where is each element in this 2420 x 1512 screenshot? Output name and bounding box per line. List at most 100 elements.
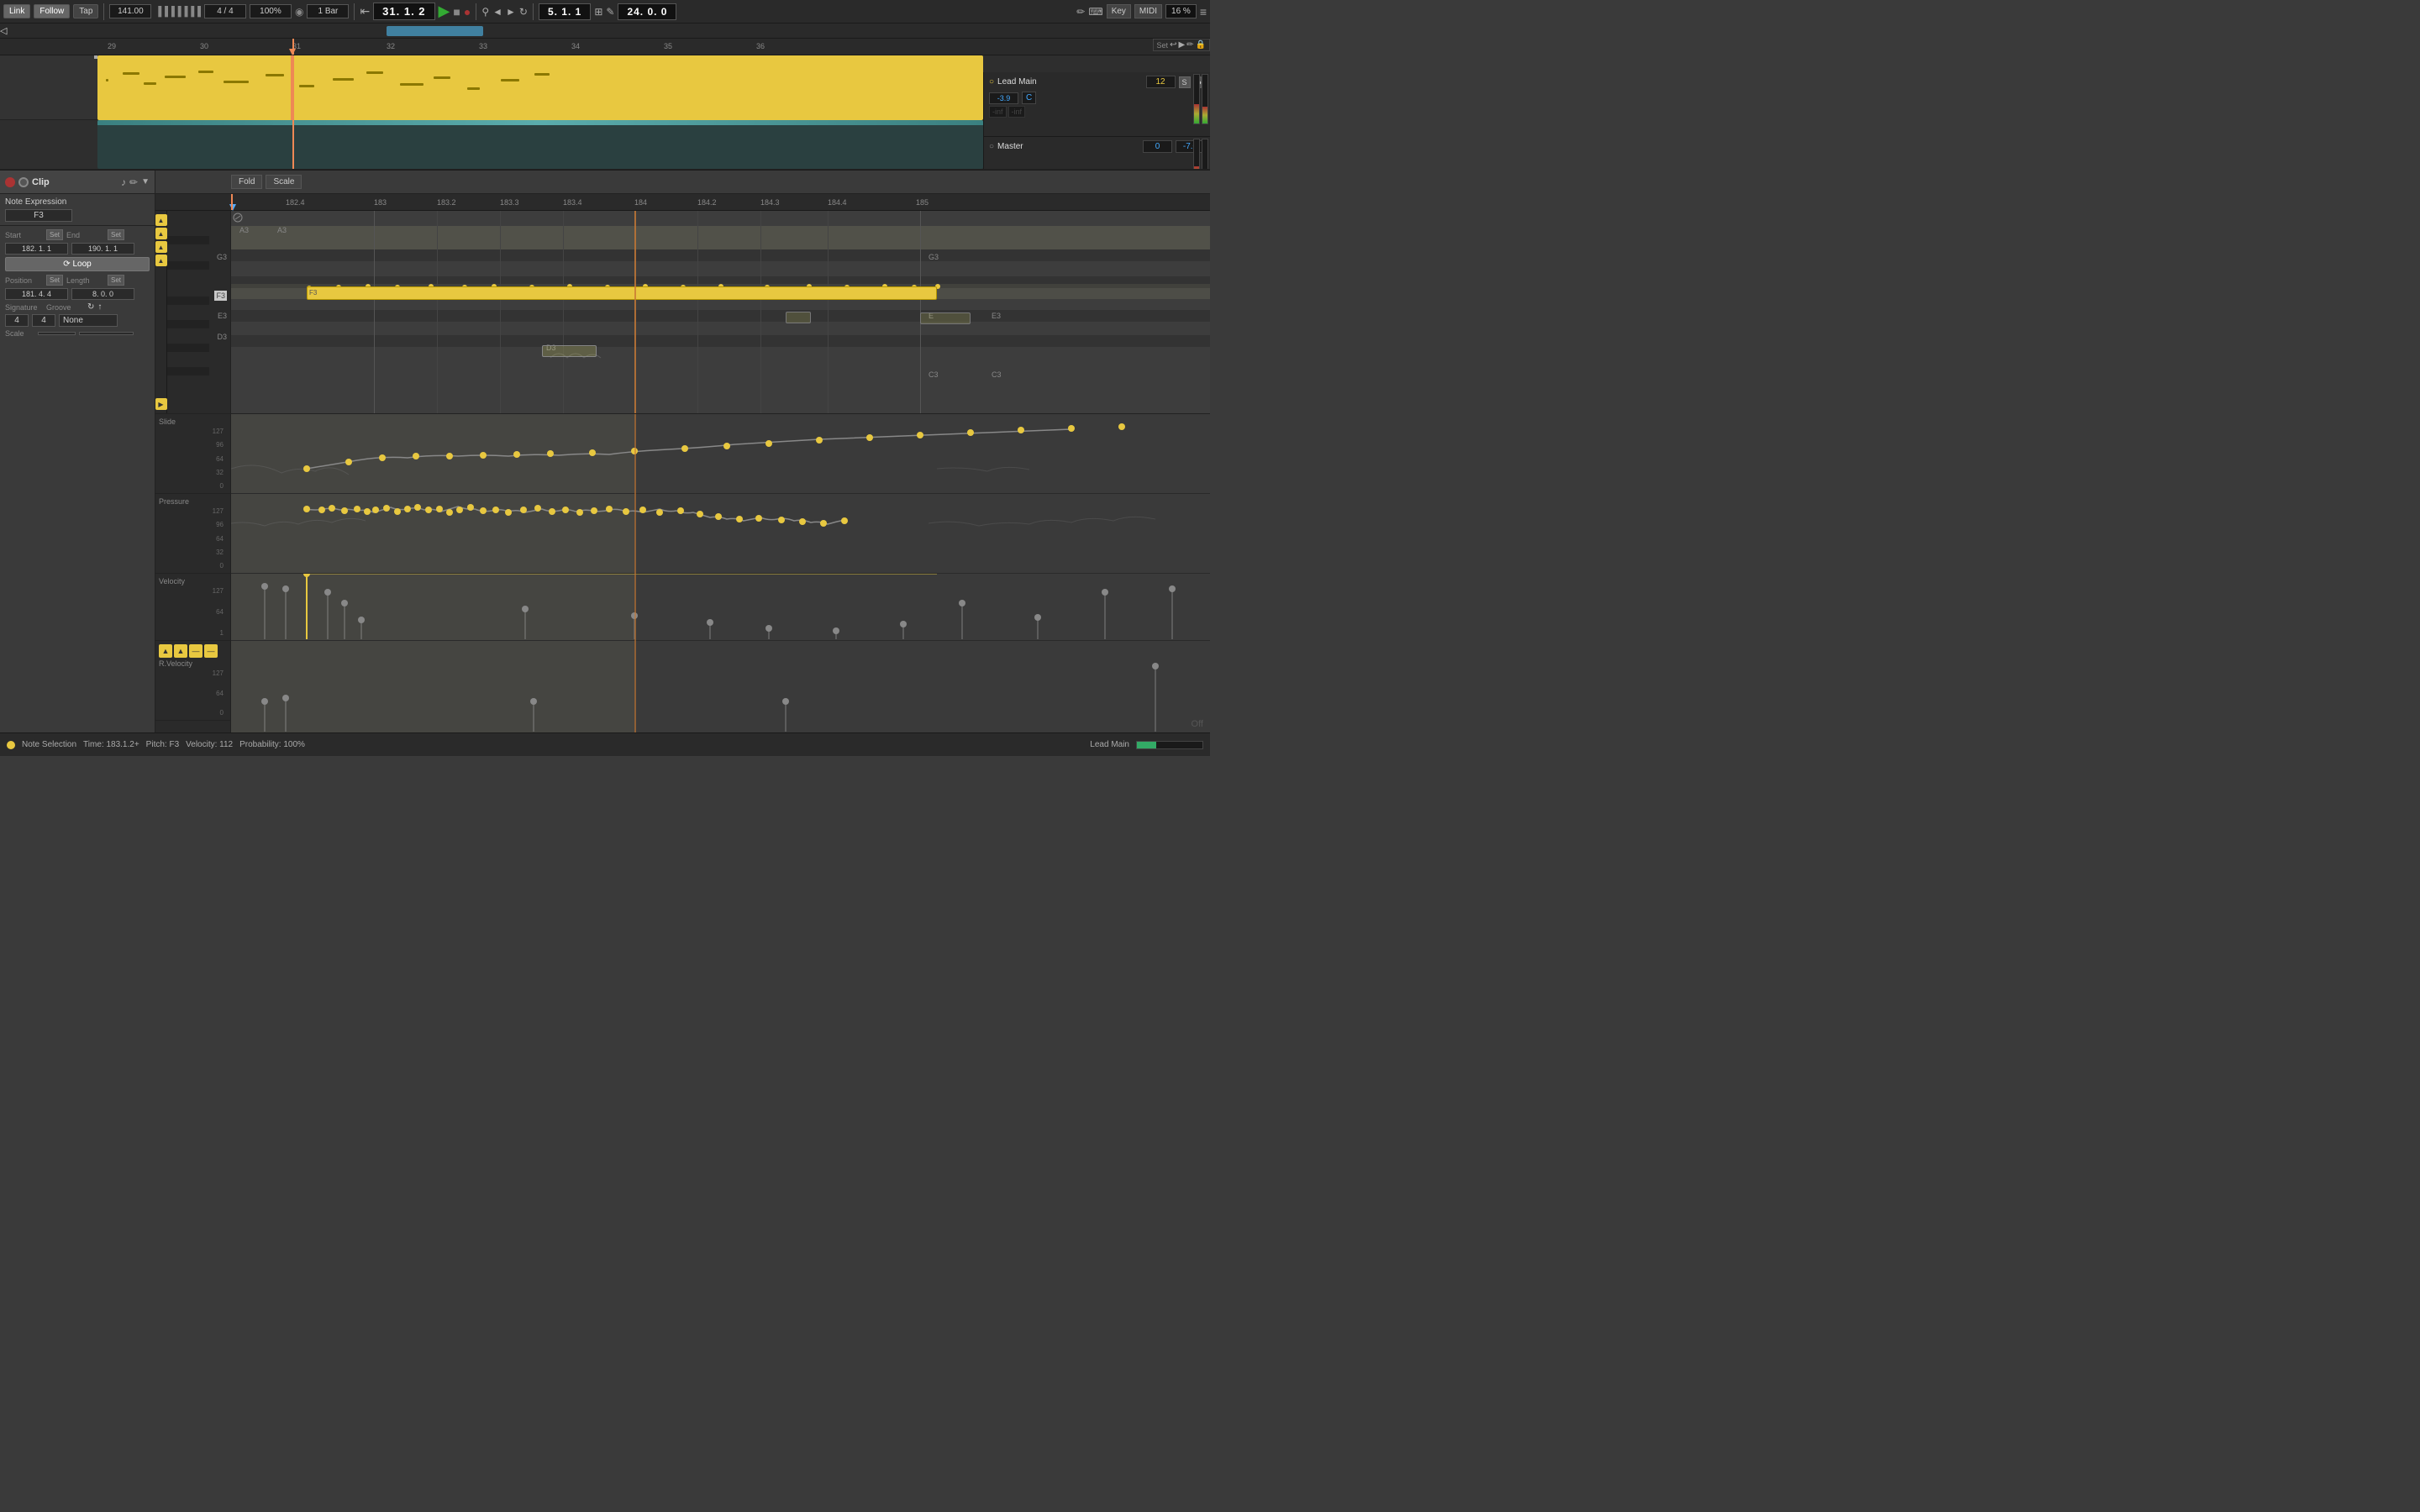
- piano-black-key-2[interactable]: [167, 261, 209, 270]
- set-lock-icon[interactable]: 🔒: [1196, 40, 1206, 50]
- lead-main-volume[interactable]: 12: [1146, 76, 1176, 88]
- scroll-thumb[interactable]: [387, 26, 483, 36]
- loop2-icon[interactable]: ↻: [519, 6, 528, 18]
- zoom-display[interactable]: 100%: [250, 4, 292, 18]
- clip-record-icon[interactable]: [5, 177, 15, 187]
- piano-black-key-6[interactable]: [167, 367, 209, 375]
- time-sig-display[interactable]: 4 / 4: [204, 4, 246, 18]
- loop-icon[interactable]: ⚲: [481, 6, 489, 18]
- piano-black-key-5[interactable]: [167, 344, 209, 352]
- expr-arrow-4[interactable]: ▲: [155, 255, 167, 266]
- pos-value[interactable]: 181. 4. 4: [5, 288, 68, 300]
- midi-button[interactable]: MIDI: [1134, 4, 1162, 18]
- lead-pan[interactable]: C: [1022, 92, 1036, 104]
- arrangement-scroll-left[interactable]: ◁: [0, 25, 12, 37]
- master-power-icon[interactable]: ○: [989, 142, 994, 151]
- note-grid[interactable]: A3 A3 G3 E E3 D3 C3 C3 F3: [231, 211, 1210, 413]
- end-set-btn[interactable]: Set: [108, 229, 124, 240]
- rvel-btn-4[interactable]: —: [204, 644, 218, 658]
- start-set-btn[interactable]: Set: [46, 229, 63, 240]
- master-clip[interactable]: [97, 120, 983, 169]
- set-rewind-icon[interactable]: ↩: [1170, 40, 1176, 50]
- expr-canvas-area[interactable]: Off: [231, 414, 1210, 732]
- punch-out-icon[interactable]: ►: [506, 6, 516, 18]
- chevron-down-icon[interactable]: ▼: [141, 177, 150, 186]
- main-note-f3[interactable]: F3: [307, 286, 937, 300]
- set-pencil-icon[interactable]: ✏: [1186, 40, 1193, 50]
- scale-type[interactable]: [79, 332, 134, 335]
- rvel-btn-1[interactable]: ▲: [159, 644, 172, 658]
- master-vol1[interactable]: 0: [1143, 140, 1172, 153]
- goto-start-icon[interactable]: ⇤: [360, 4, 370, 18]
- piano-black-key-1[interactable]: [167, 236, 209, 244]
- stop-button[interactable]: ■: [453, 5, 460, 18]
- pr-scale-button[interactable]: Scale: [266, 175, 302, 189]
- fold-button[interactable]: Fold: [231, 175, 262, 189]
- clip-loop-icon[interactable]: [18, 177, 29, 187]
- start-value[interactable]: 182. 1. 1: [5, 243, 68, 255]
- ghost-note-d3[interactable]: [542, 345, 597, 357]
- clip-properties: Start Set End Set 182. 1. 1 190. 1. 1 ⟳ …: [0, 226, 155, 341]
- metro-display[interactable]: 1 Bar: [307, 4, 349, 18]
- key-button[interactable]: Key: [1107, 4, 1131, 18]
- sig-den[interactable]: 4: [32, 314, 55, 327]
- rvelocity-lane[interactable]: [231, 641, 1210, 732]
- position-display[interactable]: 5. 1. 1: [539, 3, 591, 20]
- sig-num[interactable]: 4: [5, 314, 29, 327]
- expr-arrow-3[interactable]: ▲: [155, 241, 167, 253]
- pencil-clip-icon[interactable]: ✏: [129, 176, 138, 188]
- end-display[interactable]: 24. 0. 0: [618, 3, 676, 20]
- solo-btn[interactable]: S: [1179, 76, 1191, 88]
- bpm-display[interactable]: 141.00: [109, 4, 151, 18]
- set-play-icon[interactable]: ▶: [1178, 40, 1185, 50]
- note-expression-pitch[interactable]: F3: [5, 209, 72, 222]
- link-button[interactable]: Link: [3, 4, 30, 18]
- pr-fold-row: Fold Scale: [155, 171, 1210, 194]
- master-level-meters: [1193, 139, 1208, 169]
- expr-play-btn[interactable]: ▶: [155, 398, 167, 410]
- slide-lane-icon[interactable]: [233, 213, 243, 225]
- keys-icon: ⌨: [1088, 6, 1102, 18]
- lead-main-clip[interactable]: [97, 55, 983, 120]
- groove-push-icon[interactable]: ↑: [97, 302, 102, 312]
- zoom-pct-display[interactable]: 16 %: [1165, 4, 1197, 18]
- piano-black-key-3[interactable]: [167, 297, 209, 305]
- tap-button[interactable]: Tap: [73, 4, 98, 18]
- groove-arrow-icon[interactable]: ↻: [87, 302, 94, 312]
- vline-183-3: [500, 211, 501, 413]
- status-pitch: Pitch: F3: [146, 740, 179, 749]
- rvel-btn-2[interactable]: ▲: [174, 644, 187, 658]
- note-icon[interactable]: ♪: [121, 176, 126, 188]
- clip-left-edge[interactable]: [94, 55, 97, 59]
- record-button[interactable]: ●: [464, 5, 471, 18]
- slide-lane[interactable]: [231, 414, 1210, 494]
- loop-button[interactable]: ⟳ Loop: [5, 257, 150, 271]
- groove-val[interactable]: None: [59, 314, 118, 327]
- rvel-btn-3[interactable]: —: [189, 644, 203, 658]
- pressure-lane[interactable]: [231, 494, 1210, 574]
- menu-icon[interactable]: ≡: [1200, 5, 1207, 18]
- expr-arrow-1[interactable]: ▲: [155, 214, 167, 226]
- piano-black-key-4[interactable]: [167, 320, 209, 328]
- end-value[interactable]: 190. 1. 1: [71, 243, 134, 255]
- draw-icon[interactable]: ✎: [606, 6, 614, 18]
- transport-position[interactable]: 31. 1. 2: [373, 3, 434, 20]
- expr-arrow-2[interactable]: ▲: [155, 228, 167, 239]
- punch-in-icon[interactable]: ◄: [492, 6, 502, 18]
- set-panel: Set ↩ ▶ ✏ 🔒: [1153, 39, 1210, 51]
- arrangement-scrollbar[interactable]: ◁: [0, 24, 1210, 39]
- pencil-icon[interactable]: ✏: [1076, 6, 1085, 18]
- ghost-note-e3[interactable]: [920, 312, 971, 324]
- scale-root[interactable]: [38, 332, 76, 335]
- play-button[interactable]: ▶: [439, 3, 450, 20]
- len-value[interactable]: 8. 0. 0: [71, 288, 134, 300]
- follow-button[interactable]: Follow: [34, 4, 70, 18]
- ghost-note-e3-2[interactable]: [786, 312, 811, 323]
- len-set-btn[interactable]: Set: [108, 275, 124, 286]
- lead-main-power-icon[interactable]: ○: [989, 77, 994, 87]
- lead-db1[interactable]: -3.9: [989, 92, 1018, 104]
- velocity-lane[interactable]: [231, 574, 1210, 641]
- pos-set-btn[interactable]: Set: [46, 275, 63, 286]
- note-f3-label: F3: [308, 289, 317, 297]
- highlight-a3: [231, 226, 1210, 249]
